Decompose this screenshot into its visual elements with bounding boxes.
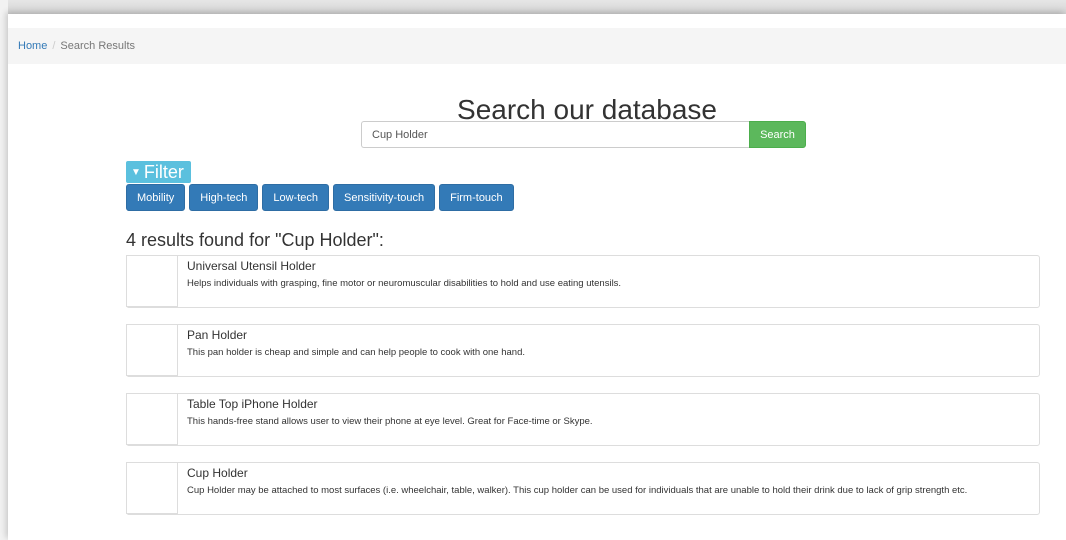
result-description: Helps individuals with grasping, fine mo… [187,278,622,289]
result-title[interactable]: Universal Utensil Holder [187,259,621,273]
result-item[interactable]: Table Top iPhone Holder This hands-free … [126,393,1040,446]
result-item[interactable]: Pan Holder This pan holder is cheap and … [126,324,1040,377]
search-input[interactable] [361,121,749,148]
result-body: Universal Utensil Holder Helps individua… [178,256,629,307]
filter-tag-firm-touch[interactable]: Firm-touch [439,184,514,211]
image-placeholder-icon [126,255,178,307]
filter-tags: Mobility High-tech Low-tech Sensitivity-… [126,184,518,211]
result-body: Table Top iPhone Holder This hands-free … [178,394,601,445]
results-summary: 4 results found for "Cup Holder": [126,230,384,250]
filter-tag-mobility[interactable]: Mobility [126,184,186,211]
search-button[interactable]: Search [749,121,806,148]
result-body: Cup Holder Cup Holder may be attached to… [178,463,975,514]
image-placeholder-icon [126,393,178,445]
filter-tag-high-tech[interactable]: High-tech [189,184,259,211]
filter-toggle-label: Filter [143,162,184,182]
search-form: Search [361,121,806,148]
filter-tag-low-tech[interactable]: Low-tech [262,184,330,211]
filter-tag-sensitivity-touch[interactable]: Sensitivity-touch [333,184,436,211]
breadcrumb-home-link[interactable]: Home [18,40,47,52]
filter-toggle[interactable]: ▼ Filter [126,161,191,183]
caret-down-icon: ▼ [131,167,141,178]
image-placeholder-icon [126,324,178,376]
result-title[interactable]: Cup Holder [187,466,967,480]
result-body: Pan Holder This pan holder is cheap and … [178,325,533,376]
result-item[interactable]: Cup Holder Cup Holder may be attached to… [126,462,1040,515]
result-description: This pan holder is cheap and simple and … [187,347,526,358]
result-item[interactable]: Universal Utensil Holder Helps individua… [126,255,1040,308]
window-top-edge [8,0,1066,14]
result-description: This hands-free stand allows user to vie… [187,416,593,427]
image-placeholder-icon [126,462,178,514]
page-frame: Home / Search Results Search our database … [8,14,1066,540]
result-title[interactable]: Pan Holder [187,328,525,342]
result-title[interactable]: Table Top iPhone Holder [187,397,593,411]
breadcrumb: Home / Search Results [8,28,1066,64]
result-description: Cup Holder may be attached to most surfa… [187,485,968,496]
breadcrumb-separator: / [52,40,56,52]
results-list: Universal Utensil Holder Helps individua… [126,255,1040,531]
breadcrumb-current: Search Results [60,40,135,52]
